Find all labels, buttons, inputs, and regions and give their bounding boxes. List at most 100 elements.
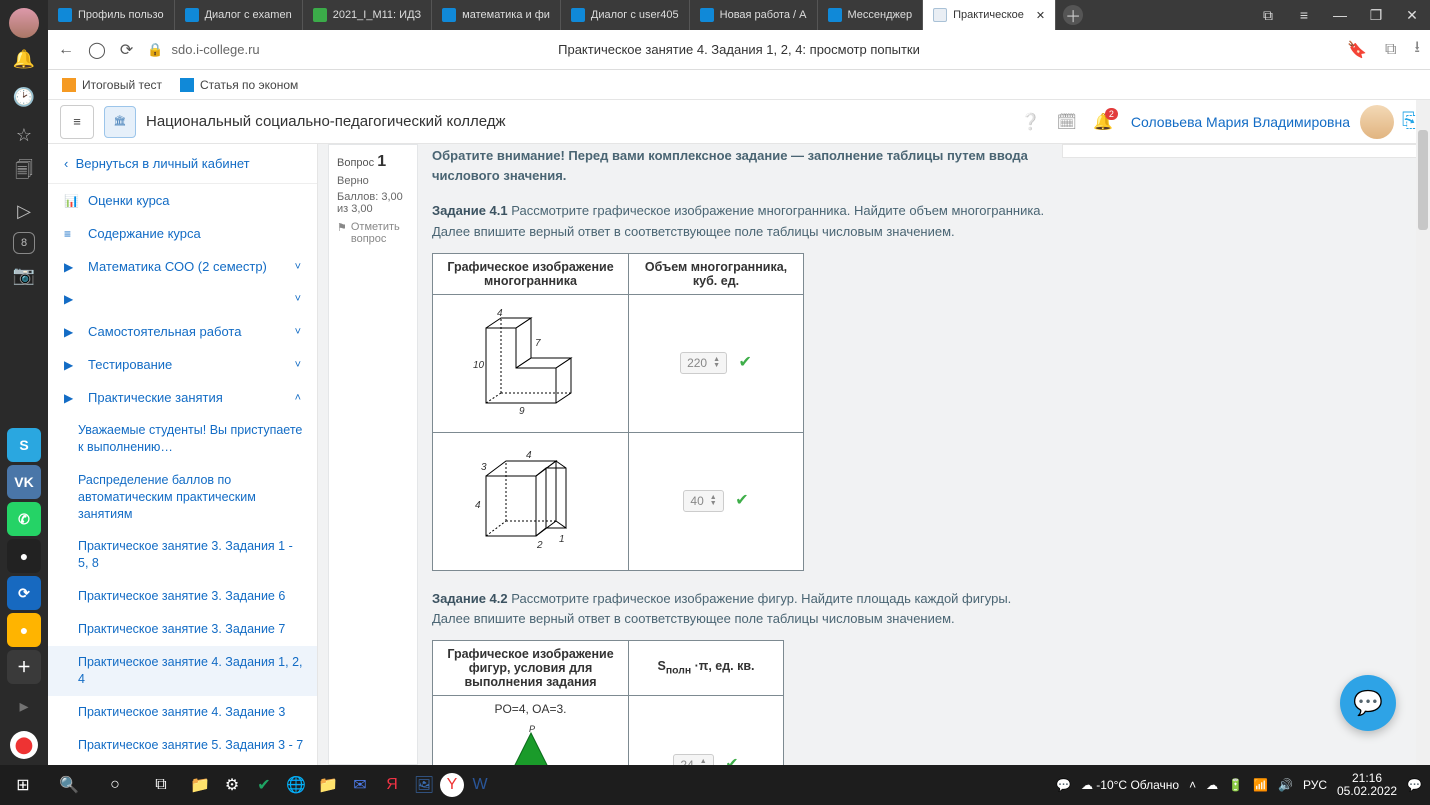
taskbar-app[interactable]: 🖼 (408, 765, 440, 805)
taskbar-app[interactable]: 📁 (184, 765, 216, 805)
flag-question-link[interactable]: ⚑Отметить вопрос (337, 221, 409, 245)
os-app-icon[interactable]: VK (7, 465, 41, 499)
subnav-item[interactable]: Практическое занятие 5. Задания 3 - 7 (48, 729, 317, 762)
nav-item[interactable]: ≡Содержание курса (48, 217, 317, 250)
nav-item[interactable]: ▶Самостоятельная работа˅ (48, 315, 317, 348)
help-icon[interactable]: ❔ (1021, 112, 1041, 132)
os-app-icon[interactable]: ● (7, 539, 41, 573)
taskbar-app[interactable]: ⚙ (216, 765, 248, 805)
subnav-item[interactable]: Практическое занятие 3. Задание 7 (48, 613, 317, 646)
browser-tab[interactable]: Диалог с user405 (561, 0, 690, 30)
back-to-dashboard-link[interactable]: ‹ Вернуться в личный кабинет (48, 144, 317, 184)
extensions-icon[interactable]: ⧉ (1385, 41, 1396, 59)
bookmark-item[interactable]: Статья по эконом (180, 78, 298, 92)
tray-battery-icon[interactable]: 🔋 (1228, 778, 1243, 792)
sidebar-more-icon[interactable]: ▸ (7, 689, 41, 723)
sidebar-star-icon[interactable]: ☆ (7, 118, 41, 152)
tabs-icon[interactable]: ⧉ (1250, 7, 1286, 24)
tray-chevron-icon[interactable]: ˄ (1189, 778, 1196, 792)
browser-tab[interactable]: Мессенджер (818, 0, 924, 30)
tray-onedrive-icon[interactable]: ☁ (1206, 778, 1218, 792)
browser-tab[interactable]: математика и фи (432, 0, 561, 30)
sidebar-clock-icon[interactable]: 🕑 (7, 80, 41, 114)
browser-tab[interactable]: Диалог с examen (175, 0, 303, 30)
hamburger-button[interactable]: ≡ (60, 105, 94, 139)
check-icon: ✔ (725, 756, 738, 765)
nav-home-icon[interactable]: ◯ (88, 40, 106, 60)
menu-icon[interactable]: ≡ (1286, 7, 1322, 23)
new-tab-button[interactable]: ＋ (1056, 0, 1090, 30)
minimize-button[interactable]: — (1322, 7, 1358, 23)
notification-center-icon[interactable]: 💬 (1407, 778, 1422, 792)
nav-item-icon: ≡ (64, 227, 78, 241)
sidebar-bell-icon[interactable]: 🔔 (7, 42, 41, 76)
calendar-icon[interactable]: 🗓 (1057, 112, 1077, 132)
taskbar-app[interactable]: 🌐 (280, 765, 312, 805)
os-app-icon[interactable]: ● (7, 613, 41, 647)
taskview-button[interactable]: ⧉ (138, 765, 184, 805)
start-button[interactable]: ⊞ (0, 765, 46, 805)
answer-input-2[interactable]: 40▲▼ (683, 490, 723, 512)
site-logo[interactable]: 🏛 (104, 106, 136, 138)
user-avatar[interactable] (1360, 105, 1394, 139)
search-button[interactable]: 🔍 (46, 765, 92, 805)
nav-item-icon: ▶ (64, 325, 78, 339)
taskbar-app[interactable]: 📁 (312, 765, 344, 805)
scroll-thumb[interactable] (1418, 130, 1428, 230)
browser-tab[interactable]: 2021_I_M11: ИДЗ (303, 0, 432, 30)
tray-wifi-icon[interactable]: 📶 (1253, 778, 1268, 792)
browser-tab[interactable]: Профиль пользо (48, 0, 175, 30)
subnav-item[interactable]: Практическое занятие 3. Задания 1 - 5, 8 (48, 530, 317, 580)
tab-label: Профиль пользо (78, 9, 164, 21)
subnav-item[interactable]: Уважаемые студенты! Вы приступаете к вып… (48, 414, 317, 464)
taskbar-weather[interactable]: ☁ -10°C Облачно (1081, 778, 1179, 792)
nav-item[interactable]: ▶Математика СОО (2 семестр)˅ (48, 250, 317, 283)
subnav-item[interactable]: Практическое занятие 4. Задание 3 (48, 696, 317, 729)
sidebar-badge-icon[interactable]: 8 (13, 232, 35, 254)
tab-favicon (58, 8, 72, 22)
answer-input-3[interactable]: 24▲▼ (673, 754, 713, 765)
tab-close-icon[interactable]: ✕ (1036, 9, 1045, 22)
taskbar-app[interactable]: Y (440, 773, 464, 797)
lock-icon: 🔒 (147, 42, 163, 58)
close-window-button[interactable]: ✕ (1394, 7, 1430, 24)
subnav-item[interactable]: Практическое занятие 4. Задания 1, 2, 4 (48, 646, 317, 696)
os-app-icon[interactable]: ＋ (7, 650, 41, 684)
answer-input-1[interactable]: 220▲▼ (680, 352, 727, 374)
maximize-button[interactable]: ❐ (1358, 7, 1394, 24)
sidebar-play-icon[interactable]: ▷ (7, 194, 41, 228)
subnav-item[interactable]: Распределение баллов по автоматическим п… (48, 464, 317, 531)
nav-item[interactable]: ▶Практические занятия˄ (48, 381, 317, 414)
sidebar-yandex-icon[interactable]: ⬤ (10, 731, 38, 759)
taskbar-app[interactable]: ✔ (248, 765, 280, 805)
taskbar-app[interactable]: Я (376, 765, 408, 805)
bookmark-item[interactable]: Итоговый тест (62, 78, 162, 92)
os-app-icon[interactable]: ✆ (7, 502, 41, 536)
taskbar-app[interactable]: W (464, 765, 496, 805)
sidebar-clipboard-icon[interactable]: 🗐 (7, 156, 41, 190)
taskbar-app[interactable]: ✉ (344, 765, 376, 805)
user-name-link[interactable]: Соловьева Мария Владимировна (1131, 114, 1350, 130)
notifications-icon[interactable]: 🔔2 (1093, 112, 1113, 132)
chat-fab-button[interactable]: 💬 (1340, 675, 1396, 731)
cortana-button[interactable]: ○ (92, 765, 138, 805)
nav-item[interactable]: ▶Тестирование˅ (48, 348, 317, 381)
os-app-icon[interactable]: S (7, 428, 41, 462)
taskbar-meet-icon[interactable]: 💬 (1056, 778, 1071, 792)
nav-item[interactable]: ▶˅ (48, 283, 317, 315)
nav-item[interactable]: 📊Оценки курса (48, 184, 317, 217)
taskbar-clock[interactable]: 21:16 05.02.2022 (1337, 772, 1397, 798)
tray-lang[interactable]: РУС (1303, 778, 1327, 792)
page-scrollbar[interactable] (1416, 100, 1430, 765)
tray-volume-icon[interactable]: 🔊 (1278, 778, 1293, 792)
browser-tab[interactable]: Новая работа / А (690, 0, 818, 30)
download-icon[interactable]: ⭳ (1414, 36, 1420, 63)
browser-tab[interactable]: Практическое ✕ (923, 0, 1056, 30)
os-app-icon[interactable]: ⟳ (7, 576, 41, 610)
sidebar-avatar[interactable] (9, 8, 39, 38)
nav-back-icon[interactable]: ← (58, 41, 74, 59)
sidebar-camera-icon[interactable]: 📷 (7, 258, 41, 292)
subnav-item[interactable]: Практическое занятие 3. Задание 6 (48, 580, 317, 613)
bookmark-icon[interactable]: 🔖 (1347, 40, 1367, 60)
nav-reload-icon[interactable]: ⟳ (120, 40, 133, 60)
